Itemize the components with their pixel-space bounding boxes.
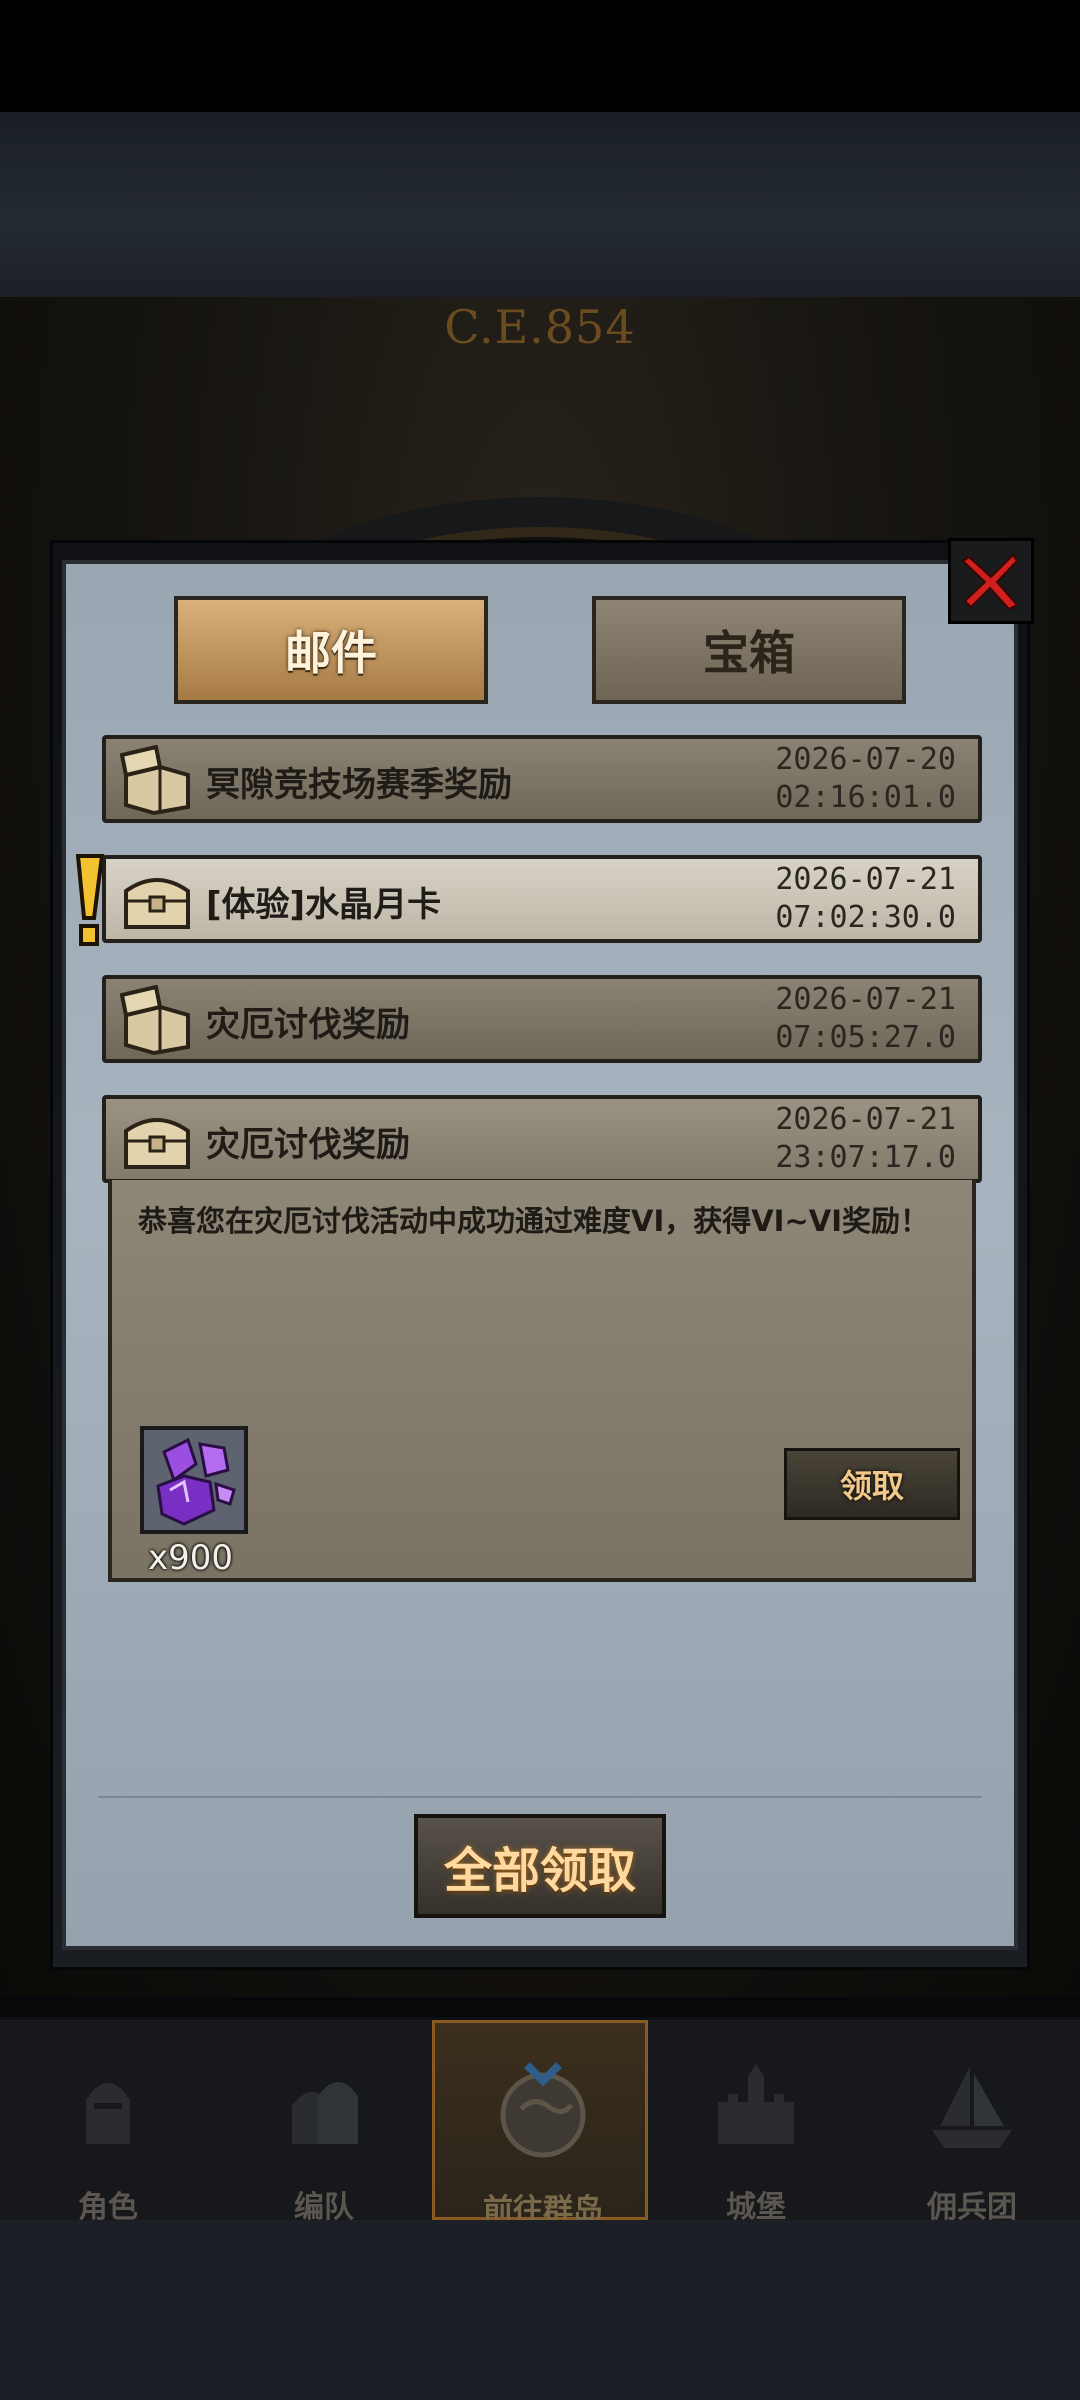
- claim-all-button[interactable]: 全部领取: [414, 1814, 666, 1918]
- chest-open-icon: [120, 745, 190, 815]
- mail-title: 灾厄讨伐奖励: [206, 1125, 410, 1165]
- mail-row[interactable]: 冥隙竞技场赛季奖励 2026-07-20 02:16:01.0: [102, 735, 982, 823]
- top-banner: [0, 112, 1080, 297]
- mail-row[interactable]: [体验]水晶月卡 2026-07-21 07:02:30.0: [102, 855, 982, 943]
- close-icon: [961, 553, 1019, 611]
- nav-item-islands[interactable]: 前往群岛: [432, 2020, 648, 2228]
- status-bar-area: [0, 0, 1080, 112]
- tab-mail[interactable]: 邮件: [174, 596, 488, 704]
- chest-open-icon: [120, 985, 190, 1055]
- knight-helmet-icon: [86, 2083, 130, 2144]
- nav-item-castle[interactable]: 城堡: [648, 2020, 864, 2225]
- exclamation-alert-icon: [75, 854, 105, 946]
- mail-row[interactable]: 灾厄讨伐奖励 2026-07-21 07:05:27.0: [102, 975, 982, 1063]
- team-helmet-icon: [292, 2082, 358, 2144]
- castle-icon: [718, 2064, 794, 2144]
- mail-time: 02:16:01.0: [775, 780, 956, 815]
- ship-icon: [932, 2066, 1012, 2148]
- mail-date: 2026-07-21: [775, 1102, 956, 1137]
- nav-item-mercenary[interactable]: 佣兵团: [864, 2020, 1080, 2225]
- mail-timestamp: 2026-07-21 07:05:27.0: [775, 981, 956, 1057]
- mail-date: 2026-07-21: [775, 982, 956, 1017]
- mail-title: [体验]水晶月卡: [206, 885, 442, 925]
- divider: [98, 1796, 982, 1798]
- mail-date: 2026-07-20: [775, 742, 956, 777]
- nav-item-character[interactable]: 角色: [0, 2020, 216, 2225]
- mail-title: 冥隙竞技场赛季奖励: [206, 765, 512, 805]
- reward-item-slot[interactable]: [140, 1426, 248, 1534]
- mail-time: 23:07:17.0: [775, 1140, 956, 1175]
- nav-item-team[interactable]: 编队: [216, 2020, 432, 2225]
- chest-closed-icon: [124, 1118, 190, 1169]
- close-button[interactable]: [948, 538, 1034, 624]
- chest-closed-icon: [124, 878, 190, 929]
- claim-button-label: 领取: [839, 1467, 904, 1505]
- tab-chest-label: 宝箱: [703, 626, 795, 680]
- mail-title: 灾厄讨伐奖励: [206, 1005, 410, 1045]
- mail-timestamp: 2026-07-21 23:07:17.0: [775, 1101, 956, 1177]
- bottom-nav: 角色 编队 前往群岛 城堡 佣兵团: [0, 2020, 1080, 2228]
- mail-time: 07:02:30.0: [775, 900, 956, 935]
- mail-row-expanded[interactable]: 灾厄讨伐奖励 2026-07-21 23:07:17.0: [102, 1095, 982, 1183]
- mail-time: 07:05:27.0: [775, 1020, 956, 1055]
- tab-mail-label: 邮件: [285, 626, 377, 680]
- tab-chest[interactable]: 宝箱: [592, 596, 906, 704]
- claim-button[interactable]: 领取: [784, 1448, 960, 1520]
- mail-body-text: 恭喜您在灾厄讨伐活动中成功通过难度VI，获得VI~VI奖励！: [138, 1204, 930, 1238]
- claim-all-label: 全部领取: [443, 1843, 636, 1899]
- compass-globe-icon: [500, 2062, 586, 2158]
- mail-timestamp: 2026-07-21 07:02:30.0: [775, 861, 956, 937]
- purple-crystal-icon: [156, 1437, 236, 1526]
- reward-count: x900: [148, 1538, 234, 1578]
- mail-body: 恭喜您在灾厄讨伐活动中成功通过难度VI，获得VI~VI奖励！ x900 领取: [108, 1180, 976, 1582]
- mail-date: 2026-07-21: [775, 862, 956, 897]
- bottom-band: [0, 2220, 1080, 2400]
- mail-timestamp: 2026-07-20 02:16:01.0: [775, 741, 956, 817]
